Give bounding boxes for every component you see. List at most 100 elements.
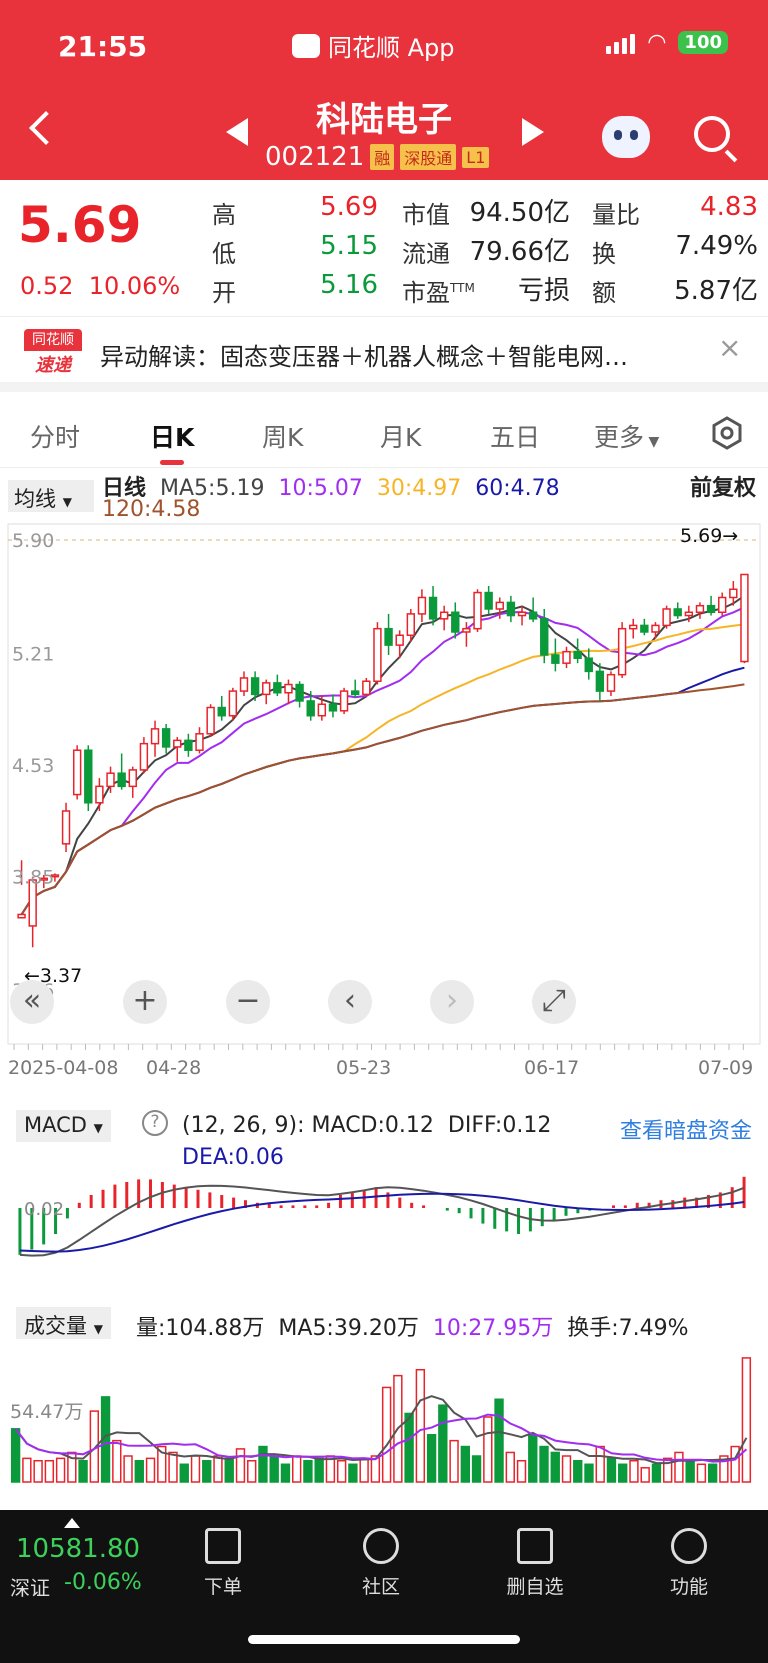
zoom-in-button[interactable]: +	[123, 980, 167, 1024]
app-logo-icon	[292, 33, 320, 58]
candle-body	[339, 690, 349, 712]
settings-icon[interactable]	[710, 416, 744, 450]
volume-bar	[629, 1459, 639, 1483]
candle	[72, 745, 82, 800]
candle-body	[328, 703, 338, 712]
prev-button[interactable]: ‹	[328, 980, 372, 1024]
news-text[interactable]: 异动解读：固态变压器＋机器人概念＋智能电网…	[100, 337, 700, 372]
volume-bar	[449, 1439, 459, 1483]
candle-body	[106, 772, 115, 788]
candle-body	[729, 588, 738, 599]
nav-community-label: 社区	[361, 1576, 400, 1598]
candle	[473, 589, 482, 632]
volume-bar	[573, 1459, 583, 1483]
tab-underline	[160, 460, 184, 465]
index-value[interactable]: 10581.80	[16, 1534, 140, 1564]
candle-body	[517, 611, 527, 617]
signal-icon	[606, 32, 636, 54]
candle-body	[17, 913, 26, 919]
y-tick-label: 4.53	[12, 755, 54, 777]
candle-body	[184, 739, 193, 751]
macd-chart[interactable]: 0.02	[0, 1140, 768, 1290]
volume-bar	[707, 1463, 718, 1483]
candle-body	[373, 627, 382, 682]
candle	[84, 745, 93, 811]
next-button[interactable]: ›	[430, 980, 474, 1024]
status-app-name: 同花顺 App	[328, 34, 455, 62]
tab-monthly-k[interactable]: 月K	[380, 418, 421, 454]
macd-selector-button[interactable]: MACD ▼	[16, 1110, 111, 1142]
candle	[662, 605, 671, 629]
x-tick-label: 04-28	[146, 1057, 201, 1079]
volume-bar	[291, 1455, 302, 1483]
macd-params: (12, 26, 9):	[182, 1113, 305, 1138]
volume-bar	[269, 1455, 279, 1483]
tab-timeshare[interactable]: 分时	[30, 418, 80, 454]
stock-name: 科陆电子	[316, 100, 452, 140]
dea-line	[19, 1192, 745, 1253]
candle	[228, 687, 238, 721]
tab-daily-k[interactable]: 日K	[150, 418, 194, 454]
mcap-value: 94.50亿	[469, 198, 570, 228]
volume-bar	[651, 1463, 662, 1483]
index-change: -0.06%	[64, 1570, 142, 1595]
tab-five-day[interactable]: 五日	[490, 418, 540, 454]
news-ticker[interactable]: 同花顺 速递 异动解读：固态变压器＋机器人概念＋智能电网… ×	[0, 316, 768, 392]
candle-body	[573, 650, 582, 659]
candle-body	[250, 677, 260, 696]
volume-bar	[528, 1433, 538, 1483]
dropdown-icon: ▼	[93, 1121, 103, 1135]
fullscreen-button[interactable]: ⤢	[532, 980, 576, 1024]
search-icon[interactable]	[694, 116, 730, 152]
nav-community[interactable]: 社区	[326, 1528, 436, 1599]
candle-body	[484, 591, 493, 610]
macd-zero-tick: 0.02	[24, 1199, 64, 1220]
nav-order-label: 下单	[203, 1576, 242, 1598]
last-price: 5.69	[18, 196, 142, 254]
candle-body	[617, 627, 627, 676]
vol-value: 量:104.88万	[136, 1316, 265, 1341]
candle-body	[595, 670, 605, 692]
candle-body	[384, 627, 393, 646]
volume-chart[interactable]: 54.47万	[0, 1340, 768, 1490]
float-value: 79.66亿	[469, 237, 570, 267]
tab-weekly-k[interactable]: 周K	[262, 418, 303, 454]
candle-body	[362, 680, 371, 696]
diff-value: DIFF:0.12	[447, 1113, 552, 1138]
candle-body	[606, 673, 616, 692]
scroll-left-button[interactable]: «	[10, 980, 54, 1024]
pe-label-text: 市盈	[402, 279, 450, 307]
nav-functions[interactable]: 功能	[634, 1528, 744, 1599]
volume-bar	[471, 1455, 482, 1483]
candle-body	[695, 604, 705, 614]
candle-body	[495, 601, 504, 610]
volume-selector-button[interactable]: 成交量 ▼	[16, 1307, 111, 1339]
volume-bar	[303, 1459, 313, 1483]
candle-body	[406, 613, 416, 637]
adjust-mode[interactable]: 前复权	[690, 470, 756, 502]
candle-body	[551, 654, 560, 664]
nav-remove-watchlist[interactable]: 删自选	[480, 1528, 590, 1599]
nav-order[interactable]: 下单	[168, 1528, 278, 1599]
help-icon[interactable]: ?	[142, 1110, 168, 1136]
ma10-legend: 10:5.07	[278, 476, 363, 501]
close-icon[interactable]: ×	[718, 331, 741, 364]
expand-icon[interactable]	[64, 1518, 80, 1528]
kline-chart[interactable]: 5.905.214.533.853.165.69→←3.372025-04-08…	[0, 520, 768, 1080]
mcap-label: 市值	[402, 201, 450, 229]
volume-bar	[78, 1459, 88, 1483]
ma120-legend: 120:4.58	[102, 497, 201, 522]
low-value: 5.15	[320, 231, 378, 261]
volume-bar	[584, 1463, 594, 1483]
tab-more[interactable]: 更多 ▼	[594, 418, 659, 454]
candle-body	[239, 677, 249, 692]
volume-tick: 54.47万	[10, 1401, 83, 1423]
zoom-out-button[interactable]: −	[226, 980, 270, 1024]
candle-body	[462, 627, 471, 633]
robot-assistant-icon[interactable]	[602, 116, 650, 158]
candle-body	[150, 728, 160, 745]
candle-body	[629, 624, 638, 630]
index-name: 深证	[10, 1576, 50, 1600]
ma-selector-button[interactable]: 均线 ▼	[8, 480, 94, 512]
y-tick-label: 5.90	[12, 530, 54, 552]
